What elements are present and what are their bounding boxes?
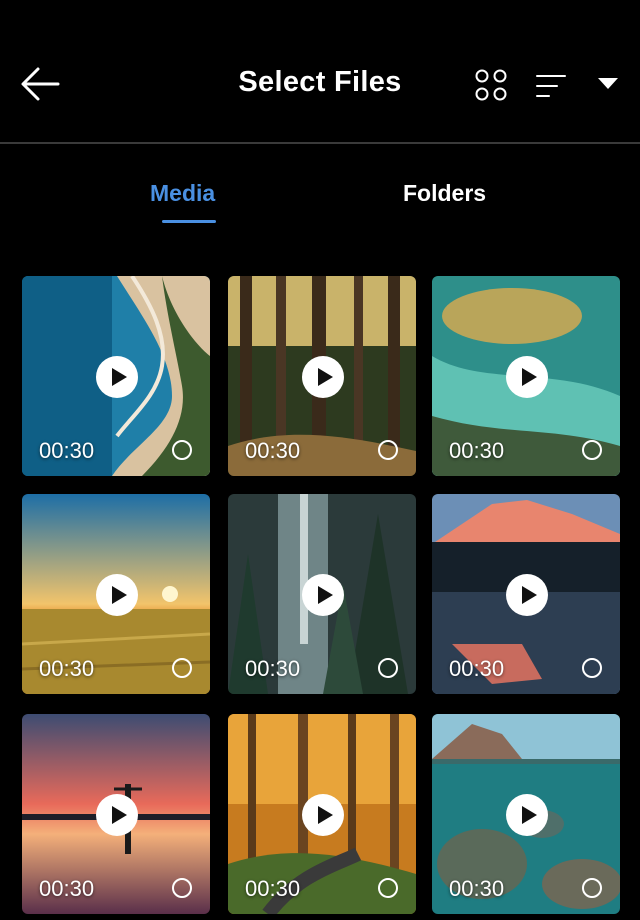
- grid-view-icon: [475, 69, 507, 101]
- sort-button[interactable]: [534, 72, 570, 100]
- tab-media[interactable]: Media: [150, 180, 215, 207]
- select-checkbox[interactable]: [582, 440, 602, 460]
- media-tile[interactable]: 00:30: [22, 494, 210, 694]
- play-icon: [96, 574, 138, 616]
- play-icon: [302, 356, 344, 398]
- dropdown-icon: [598, 78, 618, 89]
- play-icon: [506, 574, 548, 616]
- grid-view-button[interactable]: [474, 68, 508, 102]
- media-tile[interactable]: 00:30: [432, 494, 620, 694]
- select-checkbox[interactable]: [378, 878, 398, 898]
- duration-label: 00:30: [245, 438, 301, 463]
- select-checkbox[interactable]: [582, 658, 602, 678]
- dropdown-button[interactable]: [594, 74, 622, 94]
- duration-label: 00:30: [449, 438, 505, 463]
- duration-label: 00:30: [449, 656, 505, 681]
- media-tile[interactable]: 00:30: [228, 714, 416, 914]
- media-tile[interactable]: 00:30: [432, 714, 620, 914]
- play-icon: [96, 356, 138, 398]
- play-icon: [302, 574, 344, 616]
- duration-label: 00:30: [39, 876, 95, 901]
- media-tile[interactable]: 00:30: [22, 714, 210, 914]
- media-tile[interactable]: 00:30: [228, 494, 416, 694]
- play-icon: [506, 356, 548, 398]
- duration-label: 00:30: [245, 876, 301, 901]
- duration-label: 00:30: [449, 876, 505, 901]
- duration-label: 00:30: [245, 656, 301, 681]
- sort-icon: [536, 75, 566, 97]
- active-tab-indicator: [162, 220, 216, 223]
- select-checkbox[interactable]: [378, 440, 398, 460]
- select-checkbox[interactable]: [172, 658, 192, 678]
- tab-bar: Media Folders: [0, 144, 640, 244]
- play-icon: [96, 794, 138, 836]
- tab-folders[interactable]: Folders: [403, 180, 486, 207]
- select-checkbox[interactable]: [172, 878, 192, 898]
- media-tile[interactable]: 00:30: [432, 276, 620, 476]
- app-header: Select Files: [0, 0, 640, 142]
- play-icon: [506, 794, 548, 836]
- duration-label: 00:30: [39, 656, 95, 681]
- select-checkbox[interactable]: [172, 440, 192, 460]
- select-checkbox[interactable]: [378, 658, 398, 678]
- media-tile[interactable]: 00:30: [22, 276, 210, 476]
- play-icon: [302, 794, 344, 836]
- select-checkbox[interactable]: [582, 878, 602, 898]
- duration-label: 00:30: [39, 438, 95, 463]
- media-tile[interactable]: 00:30: [228, 276, 416, 476]
